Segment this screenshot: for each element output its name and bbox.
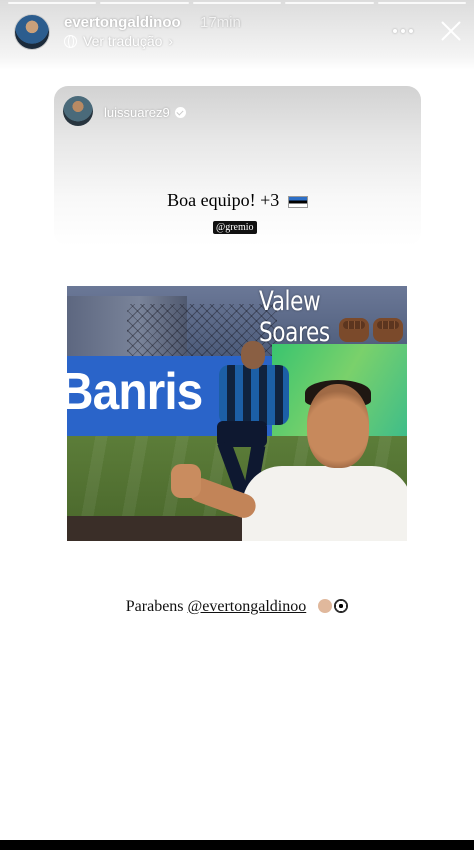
- caption-mention-link[interactable]: @evertongaldinoo: [188, 598, 307, 615]
- story-photo: Banris Valew Soares: [67, 286, 407, 541]
- photo-ad-board-text: Banris: [67, 363, 203, 421]
- repost-author-avatar[interactable]: [63, 96, 93, 126]
- caption-prefix: Parabens: [125, 598, 188, 615]
- story-caption: Parabens @evertongaldinoo: [0, 598, 474, 616]
- translate-button[interactable]: Ver tradução ›: [64, 33, 173, 49]
- progress-segment: [100, 2, 189, 4]
- repost-author-username[interactable]: luissuarez9: [104, 105, 186, 120]
- clapping-hands-icon: [318, 599, 333, 613]
- author-avatar[interactable]: [14, 14, 50, 50]
- mention-sticker[interactable]: @gremio: [213, 221, 257, 234]
- photo-thumbs-up: [171, 464, 201, 498]
- translate-label: Ver tradução: [83, 33, 163, 49]
- repost-username-label: luissuarez9: [104, 105, 170, 120]
- fist-emoji-icon: [373, 318, 403, 342]
- repost-caption: Boa equipo! +3: [54, 190, 421, 211]
- story-timestamp: 17min: [200, 14, 241, 31]
- repost-caption-text: Boa equipo! +3: [167, 190, 280, 210]
- more-horizontal-icon[interactable]: [393, 24, 417, 38]
- photo-selfie-shirt: [242, 466, 407, 541]
- progress-segment: [192, 2, 282, 4]
- progress-segment: [377, 2, 467, 4]
- bottom-edge: [0, 840, 474, 850]
- author-username[interactable]: evertongaldinoo: [64, 14, 181, 31]
- verified-badge-icon: [174, 107, 186, 118]
- reposted-post-card[interactable]: luissuarez9 Boa equipo! +3 @gremio: [54, 86, 421, 246]
- story-progress-bar: [8, 2, 467, 4]
- progress-segment: [285, 2, 374, 4]
- photo-selfie-face: [307, 384, 369, 468]
- close-icon[interactable]: [438, 18, 464, 44]
- chevron-right-icon: ›: [168, 33, 174, 49]
- globe-icon: [64, 34, 77, 48]
- soccer-ball-icon: [334, 599, 349, 613]
- fist-emoji-icon: [339, 318, 369, 342]
- progress-segment: [8, 2, 97, 4]
- estonia-flag-icon: [287, 195, 308, 208]
- story-viewer[interactable]: evertongaldinoo 17min Ver tradução › lui…: [0, 0, 474, 840]
